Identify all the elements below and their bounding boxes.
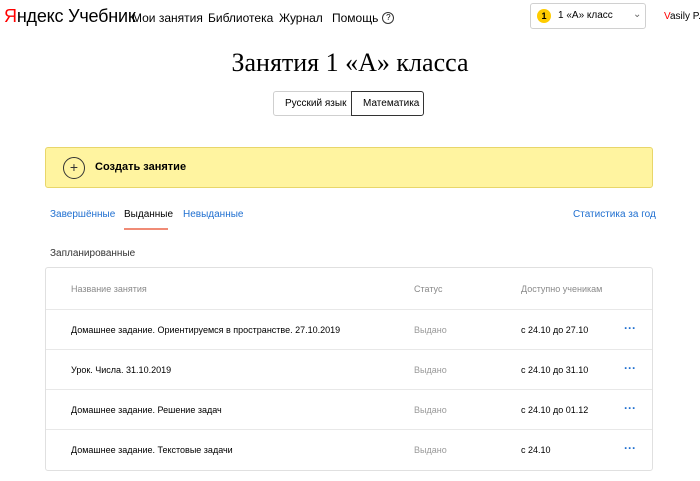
nav-help[interactable]: Помощь ? xyxy=(332,11,395,25)
table-row[interactable]: Урок. Числа. 31.10.2019 Выдано с 24.10 д… xyxy=(46,349,652,389)
chevron-down-icon: ⌄ xyxy=(633,9,642,20)
column-header-availability: Доступно ученикам xyxy=(521,284,603,294)
lesson-status: Выдано xyxy=(414,445,447,455)
lesson-name[interactable]: Домашнее задание. Решение задач xyxy=(71,405,222,415)
class-select[interactable]: 1 1 «А» класс ⌄ xyxy=(530,3,646,29)
year-statistics-link[interactable]: Статистика за год xyxy=(573,209,656,220)
table-row[interactable]: Домашнее задание. Решение задач Выдано с… xyxy=(46,389,652,429)
create-lesson-banner[interactable]: + Создать занятие xyxy=(45,147,653,188)
lesson-name[interactable]: Урок. Числа. 31.10.2019 xyxy=(71,365,171,375)
nav-help-label: Помощь xyxy=(332,11,379,25)
lesson-status: Выдано xyxy=(414,325,447,335)
user-name[interactable]: Vasily P. xyxy=(664,11,700,22)
more-options-icon[interactable]: ··· xyxy=(624,321,636,335)
table-row[interactable]: Домашнее задание. Текстовые задачи Выдан… xyxy=(46,429,652,469)
table-row[interactable]: Домашнее задание. Ориентируемся в простр… xyxy=(46,309,652,349)
more-options-icon[interactable]: ··· xyxy=(624,441,636,455)
nav-journal[interactable]: Журнал xyxy=(279,11,323,25)
subject-switch: Русский язык Математика xyxy=(273,91,424,116)
tab-not-issued[interactable]: Невыданные xyxy=(183,209,243,220)
lesson-name[interactable]: Домашнее задание. Текстовые задачи xyxy=(71,445,233,455)
column-header-name: Название занятия xyxy=(71,284,147,294)
lessons-table: Название занятия Статус Доступно ученика… xyxy=(45,267,653,471)
nav-my-lessons[interactable]: Мои занятия xyxy=(132,11,203,25)
logo-text: ндекс Учебник xyxy=(16,6,136,26)
lesson-availability: с 24.10 до 27.10 xyxy=(521,325,589,335)
lesson-status: Выдано xyxy=(414,405,447,415)
yandex-uchebnik-logo[interactable]: Яндекс Учебник xyxy=(4,6,136,27)
create-lesson-label: Создать занятие xyxy=(95,161,187,173)
subject-math-button[interactable]: Математика xyxy=(351,91,424,116)
tab-completed[interactable]: Завершённые xyxy=(50,209,115,220)
plus-icon: + xyxy=(63,157,85,179)
class-select-label: 1 «А» класс xyxy=(558,10,613,21)
logo-letter: Я xyxy=(4,6,17,26)
column-header-status: Статус xyxy=(414,284,443,294)
active-tab-underline xyxy=(124,228,168,230)
lesson-availability: с 24.10 xyxy=(521,445,551,455)
tab-issued[interactable]: Выданные xyxy=(124,209,173,220)
user-name-rest: asily P. xyxy=(669,11,700,22)
lesson-status: Выдано xyxy=(414,365,447,375)
page-title: Занятия 1 «А» класса xyxy=(231,48,469,77)
lesson-name[interactable]: Домашнее задание. Ориентируемся в простр… xyxy=(71,325,340,335)
top-header: Яндекс Учебник Мои занятия Библиотека Жу… xyxy=(0,0,700,36)
section-label-planned: Запланированные xyxy=(50,248,136,259)
subject-russian-button[interactable]: Русский язык xyxy=(273,91,352,116)
question-icon: ? xyxy=(382,12,395,24)
more-options-icon[interactable]: ··· xyxy=(624,361,636,375)
more-options-icon[interactable]: ··· xyxy=(624,401,636,415)
nav-library[interactable]: Библиотека xyxy=(208,11,273,25)
class-number-badge: 1 xyxy=(537,9,551,23)
lesson-availability: с 24.10 до 01.12 xyxy=(521,405,589,415)
lesson-availability: с 24.10 до 31.10 xyxy=(521,365,589,375)
